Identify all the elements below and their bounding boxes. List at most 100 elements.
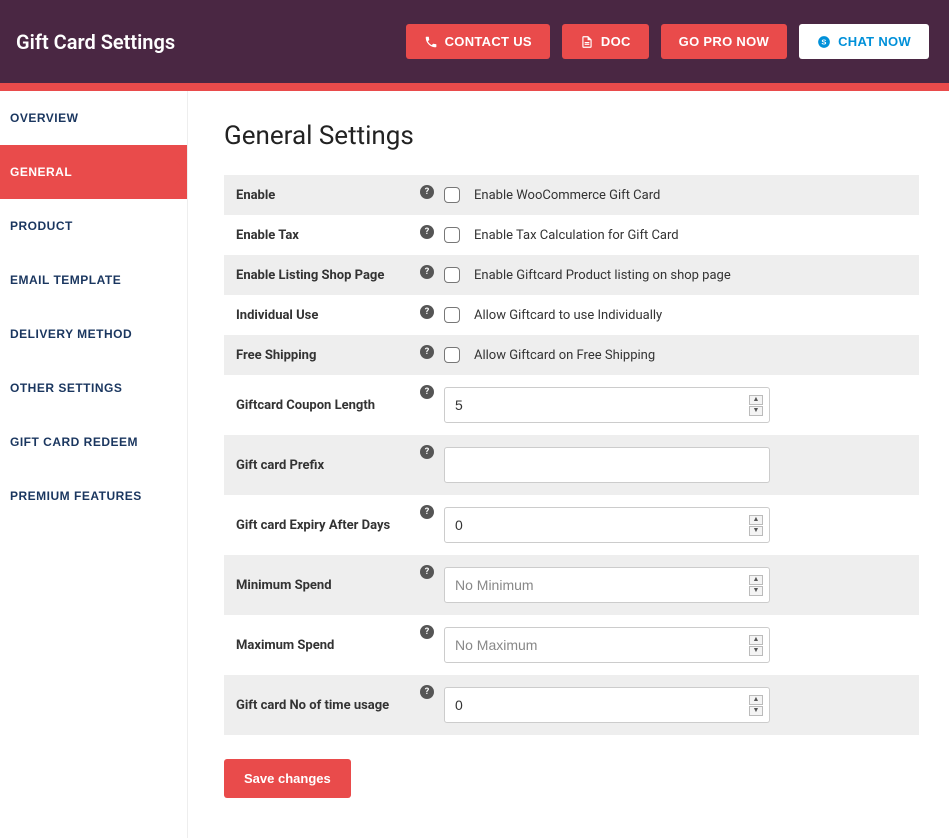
help-icon[interactable]: ?: [420, 625, 434, 639]
coupon-length-input[interactable]: [455, 397, 749, 413]
go-pro-label: GO PRO NOW: [679, 34, 769, 49]
row-label: Giftcard Coupon Length: [236, 398, 410, 413]
row-label: Maximum Spend: [236, 638, 410, 653]
row-enable-tax: Enable Tax ? Enable Tax Calculation for …: [224, 215, 919, 255]
min-spend-field: ▲ ▼: [444, 567, 770, 603]
row-label: Gift card Expiry After Days: [236, 518, 410, 533]
sidebar-item-general[interactable]: GENERAL: [0, 145, 187, 199]
sidebar-item-label: PRODUCT: [10, 219, 73, 233]
spinner-down-icon[interactable]: ▼: [749, 646, 763, 656]
max-spend-field: ▲ ▼: [444, 627, 770, 663]
sidebar-item-gift-card-redeem[interactable]: GIFT CARD REDEEM: [0, 415, 187, 469]
help-icon[interactable]: ?: [420, 305, 434, 319]
row-individual-use: Individual Use ? Allow Giftcard to use I…: [224, 295, 919, 335]
usage-count-field: ▲ ▼: [444, 687, 770, 723]
document-icon: [580, 35, 594, 49]
row-description: Allow Giftcard on Free Shipping: [474, 348, 655, 363]
phone-icon: [424, 35, 438, 49]
prefix-field: [444, 447, 770, 483]
sidebar-item-label: EMAIL TEMPLATE: [10, 273, 121, 287]
enable-tax-checkbox[interactable]: [444, 227, 460, 243]
row-max-spend: Maximum Spend ? ▲ ▼: [224, 615, 919, 675]
row-description: Enable WooCommerce Gift Card: [474, 188, 660, 203]
help-icon[interactable]: ?: [420, 225, 434, 239]
sidebar-item-label: GENERAL: [10, 165, 72, 179]
sidebar-item-other-settings[interactable]: OTHER SETTINGS: [0, 361, 187, 415]
doc-label: DOC: [601, 34, 631, 49]
row-usage-count: Gift card No of time usage ? ▲ ▼: [224, 675, 919, 735]
spinner: ▲ ▼: [749, 395, 763, 416]
sidebar-item-delivery-method[interactable]: DELIVERY METHOD: [0, 307, 187, 361]
enable-checkbox[interactable]: [444, 187, 460, 203]
enable-listing-checkbox[interactable]: [444, 267, 460, 283]
spinner: ▲ ▼: [749, 695, 763, 716]
doc-button[interactable]: DOC: [562, 24, 649, 59]
row-label: Free Shipping: [236, 348, 410, 363]
accent-strip: [0, 83, 949, 91]
help-icon[interactable]: ?: [420, 185, 434, 199]
help-icon[interactable]: ?: [420, 505, 434, 519]
individual-use-checkbox[interactable]: [444, 307, 460, 323]
spinner-down-icon[interactable]: ▼: [749, 706, 763, 716]
spinner-down-icon[interactable]: ▼: [749, 586, 763, 596]
prefix-input[interactable]: [455, 457, 763, 473]
sidebar-item-product[interactable]: PRODUCT: [0, 199, 187, 253]
spinner-up-icon[interactable]: ▲: [749, 515, 763, 525]
contact-us-button[interactable]: CONTACT US: [406, 24, 550, 59]
row-label: Gift card Prefix: [236, 458, 410, 473]
spinner: ▲ ▼: [749, 515, 763, 536]
go-pro-button[interactable]: GO PRO NOW: [661, 24, 787, 59]
usage-count-input[interactable]: [455, 697, 749, 713]
help-icon[interactable]: ?: [420, 345, 434, 359]
help-icon[interactable]: ?: [420, 265, 434, 279]
spinner-up-icon[interactable]: ▲: [749, 395, 763, 405]
header-button-group: CONTACT US DOC GO PRO NOW S CHAT NOW: [406, 24, 929, 59]
chat-now-button[interactable]: S CHAT NOW: [799, 24, 929, 59]
spinner-down-icon[interactable]: ▼: [749, 406, 763, 416]
row-prefix: Gift card Prefix ?: [224, 435, 919, 495]
sidebar-item-premium-features[interactable]: PREMIUM FEATURES: [0, 469, 187, 523]
row-label: Enable: [236, 188, 410, 203]
spinner-down-icon[interactable]: ▼: [749, 526, 763, 536]
spinner-up-icon[interactable]: ▲: [749, 575, 763, 585]
sidebar: OVERVIEW GENERAL PRODUCT EMAIL TEMPLATE …: [0, 91, 188, 838]
row-label: Enable Listing Shop Page: [236, 268, 410, 283]
row-coupon-length: Giftcard Coupon Length ? ▲ ▼: [224, 375, 919, 435]
free-shipping-checkbox[interactable]: [444, 347, 460, 363]
sidebar-item-label: GIFT CARD REDEEM: [10, 435, 138, 449]
sidebar-item-overview[interactable]: OVERVIEW: [0, 91, 187, 145]
expiry-days-field: ▲ ▼: [444, 507, 770, 543]
spinner-up-icon[interactable]: ▲: [749, 635, 763, 645]
row-label: Individual Use: [236, 308, 410, 323]
coupon-length-field: ▲ ▼: [444, 387, 770, 423]
help-icon[interactable]: ?: [420, 685, 434, 699]
max-spend-input[interactable]: [455, 637, 749, 653]
page-header: Gift Card Settings CONTACT US DOC GO PRO…: [0, 0, 949, 83]
row-description: Allow Giftcard to use Individually: [474, 308, 662, 323]
help-icon[interactable]: ?: [420, 385, 434, 399]
save-changes-button[interactable]: Save changes: [224, 759, 351, 798]
help-icon[interactable]: ?: [420, 445, 434, 459]
row-enable-listing: Enable Listing Shop Page ? Enable Giftca…: [224, 255, 919, 295]
row-label: Gift card No of time usage: [236, 698, 410, 713]
row-description: Enable Giftcard Product listing on shop …: [474, 268, 731, 283]
row-expiry-days: Gift card Expiry After Days ? ▲ ▼: [224, 495, 919, 555]
help-icon[interactable]: ?: [420, 565, 434, 579]
row-label: Enable Tax: [236, 228, 410, 243]
sidebar-item-email-template[interactable]: EMAIL TEMPLATE: [0, 253, 187, 307]
spinner-up-icon[interactable]: ▲: [749, 695, 763, 705]
sidebar-item-label: PREMIUM FEATURES: [10, 489, 142, 503]
row-label: Minimum Spend: [236, 578, 410, 593]
row-min-spend: Minimum Spend ? ▲ ▼: [224, 555, 919, 615]
sidebar-item-label: OVERVIEW: [10, 111, 78, 125]
sidebar-item-label: OTHER SETTINGS: [10, 381, 122, 395]
row-enable: Enable ? Enable WooCommerce Gift Card: [224, 175, 919, 215]
svg-text:S: S: [821, 37, 826, 46]
chat-now-label: CHAT NOW: [838, 34, 911, 49]
row-free-shipping: Free Shipping ? Allow Giftcard on Free S…: [224, 335, 919, 375]
skype-icon: S: [817, 35, 831, 49]
contact-us-label: CONTACT US: [445, 34, 532, 49]
expiry-days-input[interactable]: [455, 517, 749, 533]
page-title: General Settings: [224, 121, 919, 151]
min-spend-input[interactable]: [455, 577, 749, 593]
